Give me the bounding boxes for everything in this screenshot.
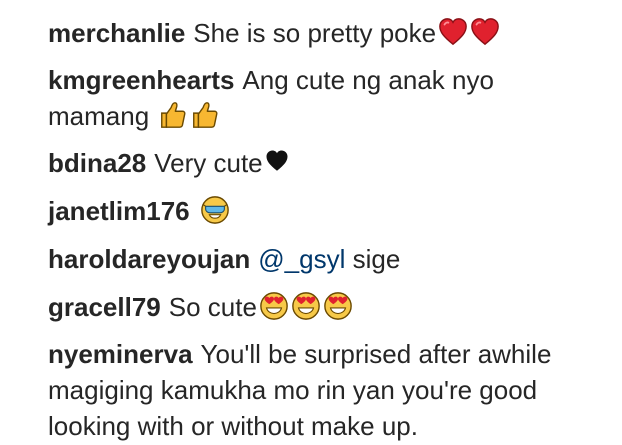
heart-eyes-face-icon (259, 291, 289, 321)
comment-username[interactable]: merchanlie (48, 18, 185, 48)
comment-text: sige (352, 244, 401, 274)
comment-item: janetlim176 (48, 193, 608, 229)
comment-username[interactable]: janetlim176 (48, 196, 190, 226)
black-heart-icon (265, 149, 289, 173)
comment-item: merchanlie She is so pretty poke (48, 15, 608, 51)
comment-text: She is so pretty poke (193, 18, 437, 48)
star-struck-face-icon (200, 195, 230, 225)
comment-item: kmgreenhearts Ang cute ng anak nyo mamang (48, 62, 548, 134)
red-heart-icon (438, 17, 468, 47)
comment-mention[interactable]: @_gsyl (258, 244, 345, 274)
comment-username[interactable]: haroldareyoujan (48, 244, 250, 274)
comment-username[interactable]: gracell79 (48, 292, 161, 322)
comment-item: nyeminerva You'll be surprised after awhi… (48, 336, 596, 444)
comment-item: haroldareyoujan @_gsyl sige (48, 241, 608, 277)
comment-text: So cute (168, 292, 257, 322)
thumbs-up-icon (158, 100, 188, 130)
comment-item: gracell79 So cute (48, 289, 608, 325)
comment-username[interactable]: kmgreenhearts (48, 65, 234, 95)
heart-eyes-face-icon (291, 291, 321, 321)
comment-username[interactable]: nyeminerva (48, 339, 193, 369)
heart-eyes-face-icon (323, 291, 353, 321)
red-heart-icon (470, 17, 500, 47)
thumbs-up-icon (190, 100, 220, 130)
comment-text: Very cute (154, 148, 263, 178)
comment-username[interactable]: bdina28 (48, 148, 146, 178)
comment-item: bdina28 Very cute (48, 145, 608, 181)
